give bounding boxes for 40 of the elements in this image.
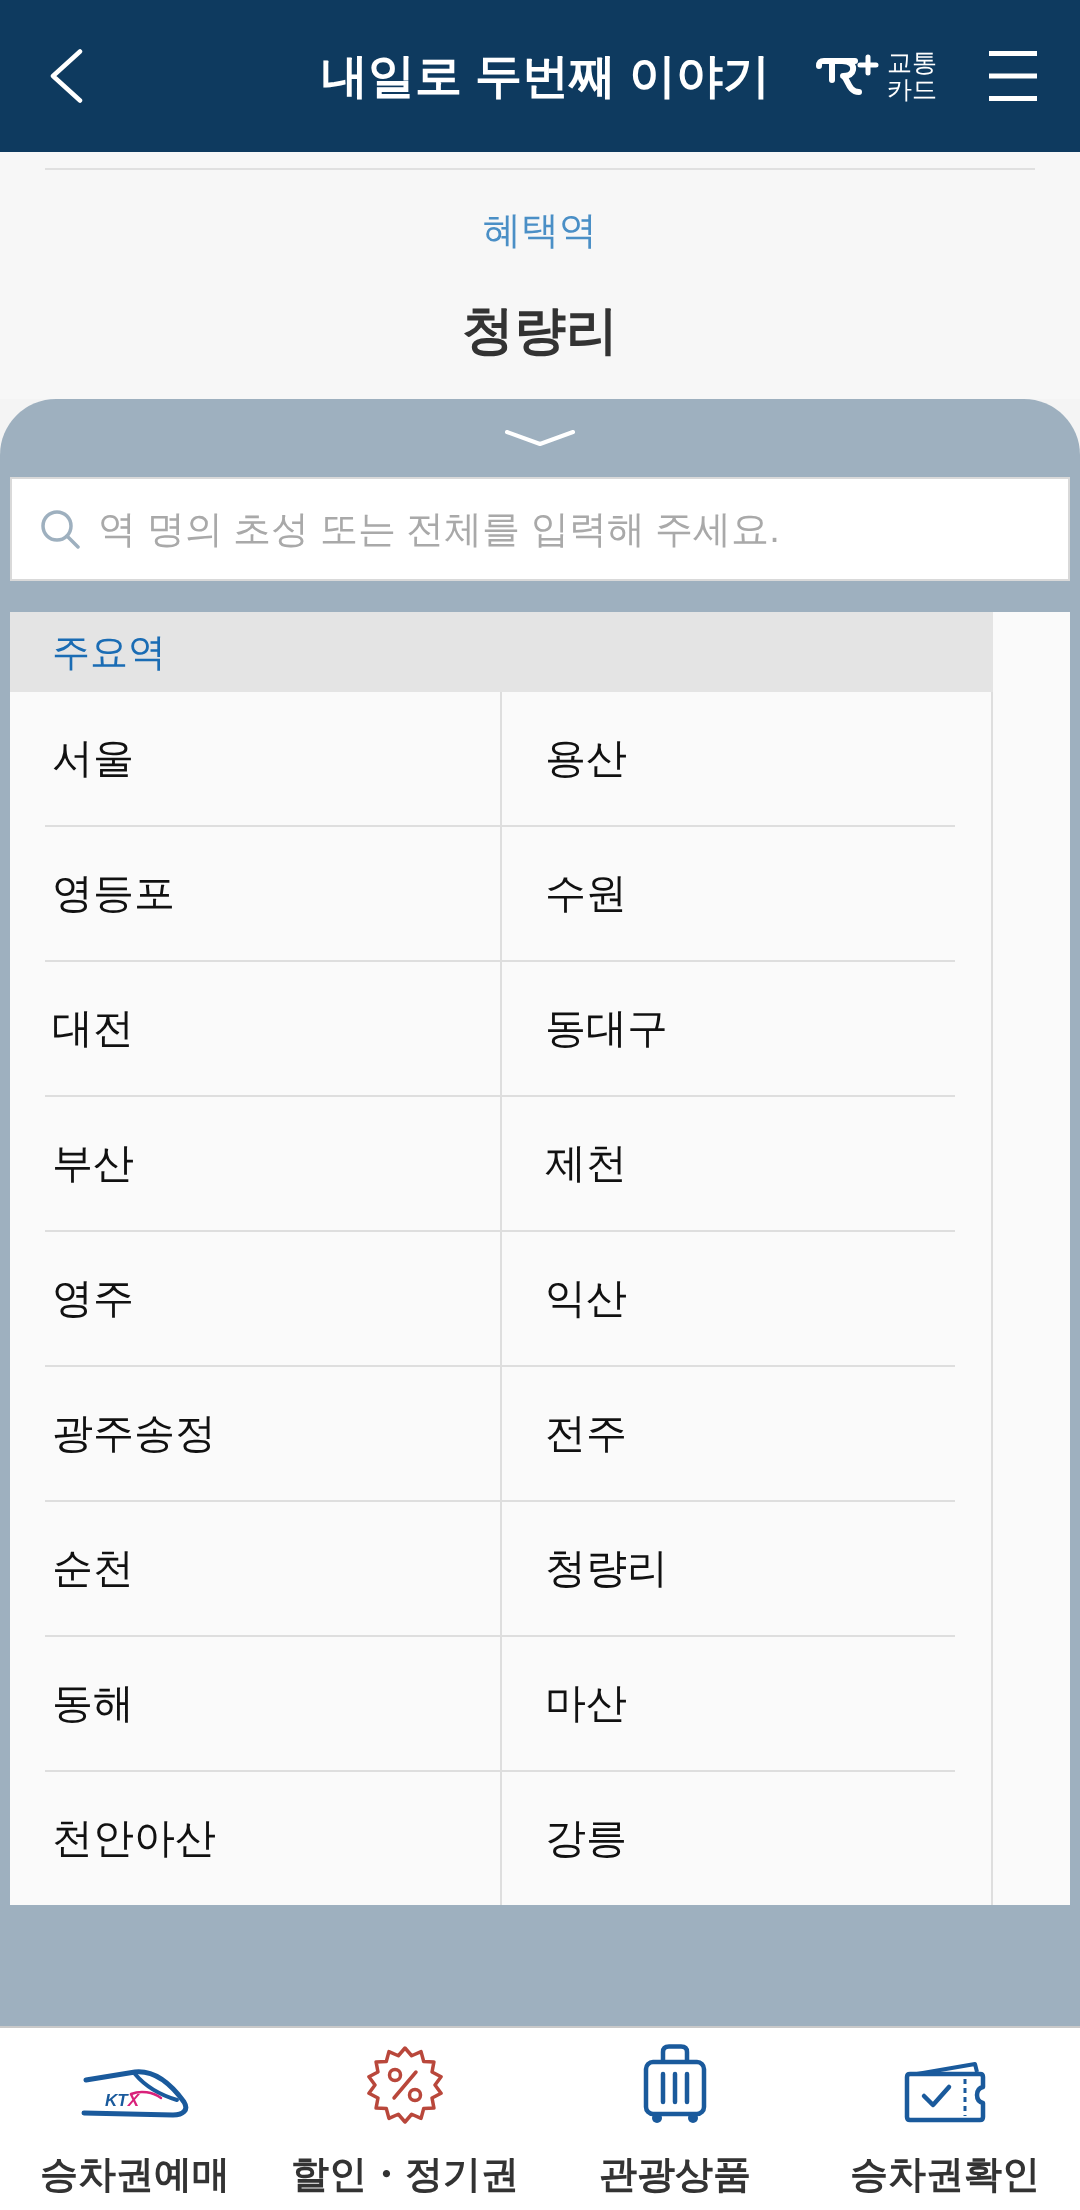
logo-mark-icon — [815, 54, 879, 98]
ticket-check-icon — [903, 2060, 987, 2124]
train-logo: KTX — [79, 2068, 191, 2124]
station-item[interactable]: 순천 — [10, 1502, 134, 1635]
benefit-station-name: 청량리 — [462, 300, 618, 361]
station-item[interactable]: 강릉 — [500, 1772, 627, 1905]
suitcase-icon — [643, 2044, 707, 2124]
station-item[interactable]: 서울 — [10, 692, 134, 825]
nav-tab[interactable]: KTX 승차권예매 — [0, 2028, 270, 2210]
search-icon — [40, 509, 80, 549]
benefit-station-label: 혜택역 — [483, 208, 597, 253]
menu-icon — [989, 51, 1037, 101]
station-item[interactable]: 마산 — [500, 1637, 627, 1770]
nav-tab[interactable]: 할인・정기권 — [270, 2028, 540, 2210]
station-item[interactable]: 동대구 — [500, 962, 668, 1095]
chevron-down-icon — [505, 428, 575, 448]
station-item[interactable]: 영주 — [10, 1232, 134, 1365]
nav-tab[interactable]: 승차권확인 — [810, 2028, 1080, 2210]
station-item[interactable]: 광주송정 — [10, 1367, 216, 1500]
search-field[interactable]: 역 명의 초성 또는 전체를 입력해 주세요. — [10, 477, 1070, 581]
section-header: 주요역 — [10, 612, 993, 692]
station-item[interactable]: 익산 — [500, 1232, 627, 1365]
menu-button[interactable] — [989, 51, 1037, 101]
collapse-handle[interactable] — [505, 428, 575, 448]
chevron-left-icon — [49, 49, 83, 103]
page-title: 내일로 두번째 이야기 — [319, 48, 770, 104]
back-button[interactable] — [49, 49, 83, 103]
station-item[interactable]: 수원 — [500, 827, 627, 960]
station-item[interactable]: 동해 — [10, 1637, 134, 1770]
station-item[interactable]: 대전 — [10, 962, 134, 1095]
station-item[interactable]: 전주 — [500, 1367, 627, 1500]
transport-card-button[interactable]: 교통 카드 — [815, 49, 937, 103]
station-item[interactable]: 천안아산 — [10, 1772, 216, 1905]
station-item[interactable]: 청량리 — [500, 1502, 668, 1635]
station-item[interactable]: 용산 — [500, 692, 627, 825]
station-item[interactable]: 제천 — [500, 1097, 627, 1230]
station-item[interactable]: 영등포 — [10, 827, 175, 960]
nav-tab[interactable]: 관광상품 — [540, 2028, 810, 2210]
percent-badge-icon — [366, 2046, 444, 2124]
station-item[interactable]: 부산 — [10, 1097, 134, 1230]
